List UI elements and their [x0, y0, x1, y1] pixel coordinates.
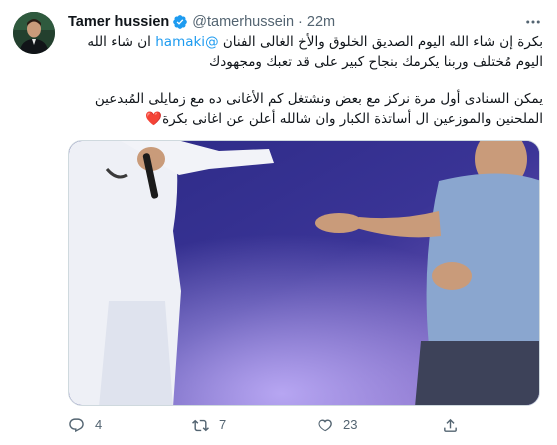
tweet-text-paragraph-2: يمكن السنادى أول مرة نركز مع بعض ونشتغل … [68, 89, 543, 129]
tweet-text-paragraph-1: بكرة إن شاء الله اليوم الصديق الخلوق وال… [68, 32, 543, 72]
like-button[interactable]: 23 [316, 415, 357, 435]
retweet-button[interactable]: 7 [192, 415, 226, 435]
tweet-photo[interactable] [68, 140, 540, 406]
retweet-icon [192, 419, 209, 431]
reply-icon [69, 417, 84, 432]
mention-link[interactable]: @hamaki [155, 34, 218, 50]
tweet-card[interactable]: Tamer hussien @tamerhussein · 22m بكرة إ… [0, 0, 557, 445]
share-icon [444, 418, 457, 432]
reply-button[interactable]: 4 [68, 415, 102, 435]
tweet-text-part: بكرة إن شاء الله اليوم الصديق الخلوق وال… [218, 34, 543, 50]
tweet-header: Tamer hussien @tamerhussein · 22m [68, 12, 335, 32]
more-icon[interactable] [523, 12, 543, 32]
retweet-count: 7 [219, 417, 227, 432]
reply-count: 4 [95, 417, 103, 432]
heart-emoji: ❤️ [145, 111, 163, 127]
author-display-name[interactable]: Tamer hussien [68, 12, 169, 32]
separator-dot: · [298, 14, 303, 30]
author-handle[interactable]: @tamerhussein [192, 12, 294, 32]
tweet-timestamp[interactable]: 22m [307, 12, 335, 32]
tweet-text-part: يمكن السنادى أول مرة نركز مع بعض ونشتغل … [94, 91, 543, 127]
like-count: 23 [343, 417, 358, 432]
tweet-actions: 4 7 23 [68, 415, 488, 435]
verified-badge-icon [172, 14, 188, 30]
heart-icon [318, 418, 332, 431]
avatar[interactable] [13, 12, 55, 54]
share-button[interactable] [442, 415, 459, 435]
